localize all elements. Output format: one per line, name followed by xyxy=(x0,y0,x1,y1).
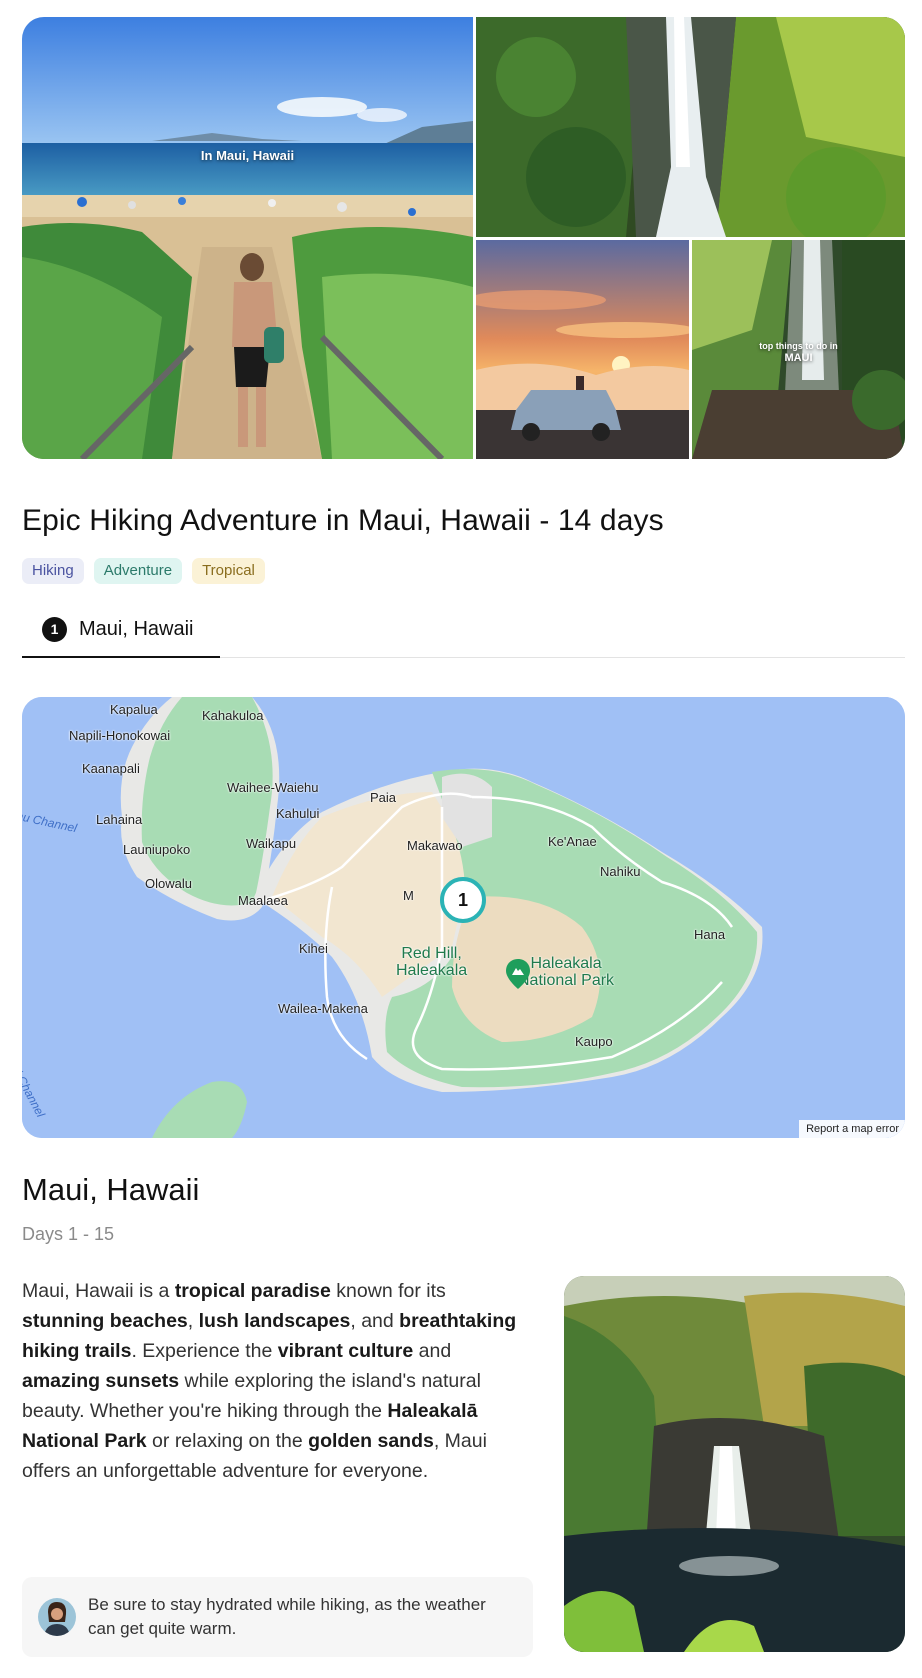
tag-list: Hiking Adventure Tropical xyxy=(22,558,265,584)
destination-description: Maui, Hawaii is a tropical paradise know… xyxy=(22,1276,532,1486)
gallery-photo-sunset[interactable] xyxy=(476,240,689,459)
map-label-lahaina: Lahaina xyxy=(96,812,143,827)
map-label-kaanapali: Kaanapali xyxy=(82,761,140,776)
destination-map[interactable]: Kapalua Kahakuloa Napili-Honokowai Kaana… xyxy=(22,697,905,1138)
desc-bold: lush landscapes xyxy=(198,1310,351,1332)
desc-text: , xyxy=(187,1310,199,1332)
desc-bold: stunning beaches xyxy=(22,1310,188,1332)
pools-waterfall-image xyxy=(564,1276,905,1652)
map-label-nahiku: Nahiku xyxy=(600,864,641,879)
map-label-kapalua: Kapalua xyxy=(110,702,158,717)
desc-bold: tropical paradise xyxy=(174,1280,331,1302)
map-label-maalaea: Maalaea xyxy=(238,893,288,908)
waterfall-caption-small: top things to do in xyxy=(759,341,838,351)
map-label-kahului: Kahului xyxy=(276,806,320,821)
map-marker-1[interactable]: 1 xyxy=(440,877,486,923)
map-label-paia: Paia xyxy=(370,790,397,805)
desc-text: or relaxing on the xyxy=(146,1430,309,1452)
trip-title: Epic Hiking Adventure in Maui, Hawaii - … xyxy=(22,504,664,537)
gallery-photo-waterfall[interactable] xyxy=(476,17,905,237)
map-label-pukalani: M xyxy=(403,888,414,903)
map-label-wailea: Wailea-Makena xyxy=(278,1001,368,1016)
desc-text: known for its xyxy=(330,1280,446,1302)
tab-label: Maui, Hawaii xyxy=(79,617,194,640)
tip-card: Be sure to stay hydrated while hiking, a… xyxy=(22,1577,533,1657)
desc-text: . Experience the xyxy=(131,1340,278,1362)
tip-text: Be sure to stay hydrated while hiking, a… xyxy=(88,1595,486,1638)
desc-text: Maui, Hawaii is a xyxy=(22,1280,175,1302)
desc-bold: golden sands xyxy=(308,1430,434,1452)
avatar xyxy=(38,1598,76,1636)
desc-text: and xyxy=(413,1340,452,1362)
desc-bold: vibrant culture xyxy=(277,1340,414,1362)
map-label-hana: Hana xyxy=(694,927,726,942)
map-label-makawao: Makawao xyxy=(407,838,463,853)
map-label-launiupoko: Launiupoko xyxy=(123,842,191,857)
desc-text: , and xyxy=(350,1310,400,1332)
tab-maui-hawaii[interactable]: 1 Maui, Hawaii xyxy=(22,602,220,658)
tag-adventure[interactable]: Adventure xyxy=(93,558,183,584)
waterfall-caption-big: MAUI xyxy=(784,352,813,364)
map-label-waikapu: Waikapu xyxy=(246,836,297,851)
map-label-kaupo: Kaupo xyxy=(575,1034,613,1049)
waterfall-caption: top things to do in MAUI xyxy=(692,340,905,364)
map-label-kihei: Kihei xyxy=(299,941,328,956)
avatar-icon xyxy=(38,1598,76,1636)
destination-tabs: 1 Maui, Hawaii xyxy=(22,602,905,658)
park-pin-icon[interactable] xyxy=(506,959,530,989)
map-label-haleakala-park: Haleakala National Park xyxy=(518,955,615,989)
map-label-kahakuloa: Kahakuloa xyxy=(202,708,264,723)
map-label-waihee: Waihee-Waiehu xyxy=(227,780,319,795)
report-map-error-link[interactable]: Report a map error xyxy=(799,1120,905,1138)
tag-hiking[interactable]: Hiking xyxy=(22,558,84,584)
map-label-napili: Napili-Honokowai xyxy=(69,728,171,743)
gallery-photo-waterfall-2[interactable]: top things to do in MAUI xyxy=(692,240,905,459)
desc-bold: amazing sunsets xyxy=(22,1370,180,1392)
destination-days: Days 1 - 15 xyxy=(22,1224,115,1244)
tag-tropical[interactable]: Tropical xyxy=(192,558,265,584)
map-label-keanae: Ke'Anae xyxy=(548,834,597,849)
map-label-olowalu: Olowalu xyxy=(145,876,192,891)
beach-image xyxy=(22,17,473,459)
destination-title: Maui, Hawaii xyxy=(22,1172,200,1207)
destination-photo[interactable] xyxy=(564,1276,905,1652)
waterfall-image xyxy=(476,17,905,237)
tab-number-badge: 1 xyxy=(42,616,67,642)
photo-gallery: In Maui, Hawaii top things to do in MAUI xyxy=(22,17,905,459)
sunset-image xyxy=(476,240,689,459)
gallery-photo-beach[interactable]: In Maui, Hawaii xyxy=(22,17,473,459)
beach-caption: In Maui, Hawaii xyxy=(200,148,295,163)
map-label-red-hill: Red Hill, Haleakala xyxy=(396,945,468,979)
